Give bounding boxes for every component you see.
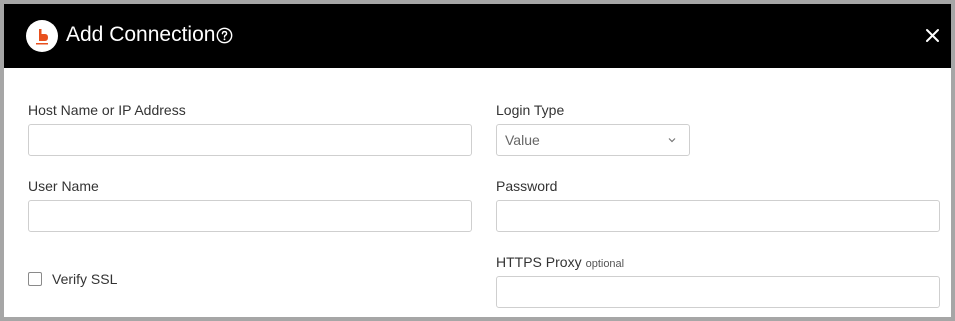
help-circle-icon[interactable]: [216, 27, 233, 44]
dialog-header: Add Connection: [4, 4, 951, 68]
verify-ssl-checkbox[interactable]: [28, 272, 42, 286]
user-name-label: User Name: [28, 178, 99, 194]
password-input[interactable]: [496, 200, 940, 232]
https-proxy-input[interactable]: [496, 276, 940, 308]
verify-ssl-label[interactable]: Verify SSL: [52, 270, 117, 288]
https-proxy-label-text: HTTPS Proxy: [496, 254, 582, 270]
brand-logo-icon: [26, 20, 58, 52]
host-input[interactable]: [28, 124, 472, 156]
login-type-value: Value: [505, 132, 540, 148]
optional-hint: optional: [585, 258, 625, 270]
login-type-select[interactable]: Value: [496, 124, 690, 156]
add-connection-dialog: Add Connection Host Name or IP Address L…: [0, 0, 955, 321]
chevron-down-icon: [668, 138, 676, 143]
user-name-input[interactable]: [28, 200, 472, 232]
password-label: Password: [496, 178, 558, 194]
host-label: Host Name or IP Address: [28, 102, 186, 118]
https-proxy-label: HTTPS Proxy optional: [496, 253, 624, 273]
login-type-label: Login Type: [496, 102, 565, 118]
dialog-title: Add Connection: [66, 23, 216, 46]
close-icon[interactable]: [925, 28, 940, 43]
